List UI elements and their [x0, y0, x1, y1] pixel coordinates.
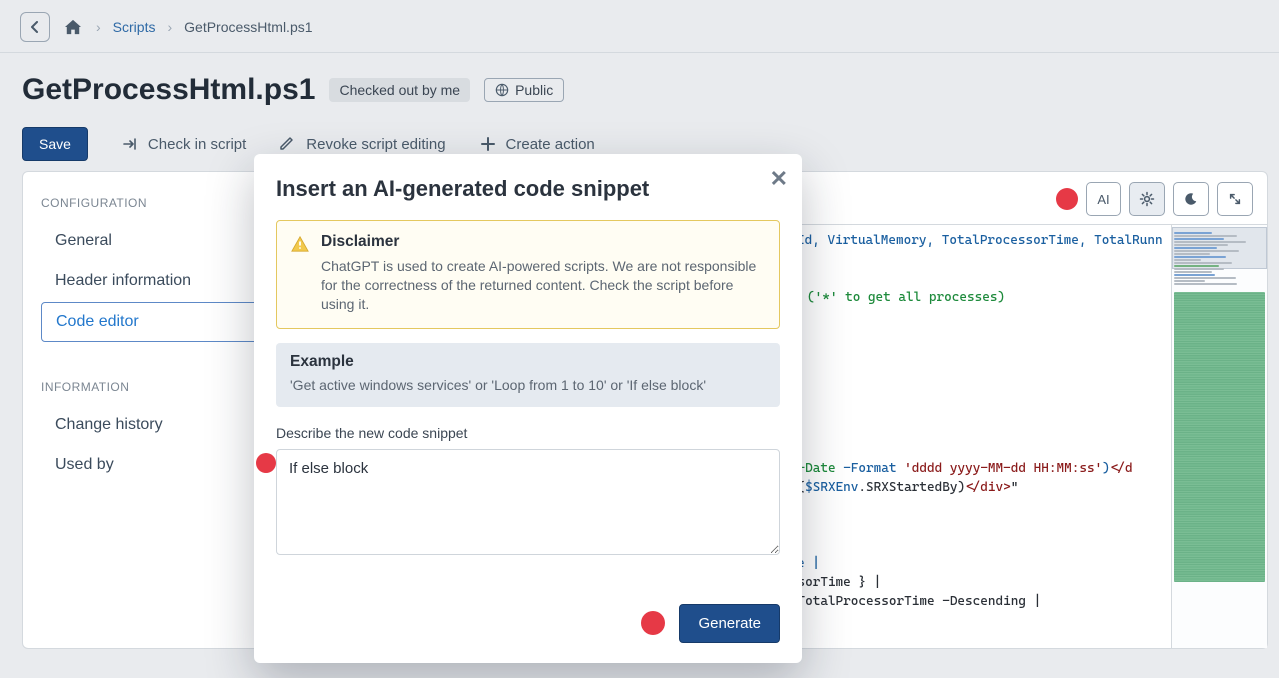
code-frag: ('*' to get all processes): [807, 290, 1005, 305]
attention-dot-generate: [641, 611, 665, 635]
ai-button[interactable]: AI: [1086, 182, 1120, 216]
dark-mode-button[interactable]: [1173, 182, 1209, 216]
minimap-contents: [1174, 231, 1265, 642]
snippet-field-label: Describe the new code snippet: [276, 425, 780, 441]
expand-icon: [1228, 192, 1242, 206]
example-callout: Example 'Get active windows services' or…: [276, 343, 780, 407]
disclaimer-title: Disclaimer: [321, 233, 765, 251]
visibility-badge[interactable]: Public: [484, 78, 564, 102]
example-title: Example: [290, 353, 766, 371]
page-title: GetProcessHtml.ps1: [22, 73, 315, 107]
pencil-icon: [280, 136, 296, 152]
globe-icon: [495, 83, 509, 97]
disclaimer-text: ChatGPT is used to create AI-powered scr…: [321, 257, 765, 314]
checkout-badge: Checked out by me: [329, 78, 470, 102]
modal-title: Insert an AI-generated code snippet: [276, 176, 780, 202]
modal-actions: Generate: [276, 604, 780, 643]
breadcrumb-scripts[interactable]: Scripts: [113, 19, 156, 35]
create-action-button[interactable]: Create action: [480, 136, 595, 153]
modal-close-button[interactable]: ✕: [770, 166, 788, 192]
home-icon[interactable]: [62, 19, 84, 35]
gear-icon: [1139, 191, 1155, 207]
breadcrumb-separator: ›: [167, 19, 172, 35]
moon-icon: [1184, 192, 1198, 206]
save-button[interactable]: Save: [22, 127, 88, 161]
disclaimer-callout: Disclaimer ChatGPT is used to create AI-…: [276, 220, 780, 329]
back-button[interactable]: [20, 12, 50, 42]
title-row: GetProcessHtml.ps1 Checked out by me Pub…: [0, 53, 1279, 111]
attention-dot-input: [256, 453, 276, 473]
breadcrumb-bar: › Scripts › GetProcessHtml.ps1: [0, 0, 1279, 53]
code-frag: Id, VirtualMemory, TotalProcessorTime, T…: [797, 233, 1163, 248]
ai-snippet-modal: ✕ Insert an AI-generated code snippet Di…: [254, 154, 802, 663]
visibility-label: Public: [515, 82, 553, 98]
expand-button[interactable]: [1217, 182, 1253, 216]
attention-dot-toolbar: [1056, 188, 1078, 210]
warning-icon: [291, 235, 309, 253]
snippet-input[interactable]: [276, 449, 780, 555]
checkin-icon: [122, 136, 138, 152]
settings-button[interactable]: [1129, 182, 1165, 216]
minimap[interactable]: [1171, 225, 1267, 648]
revoke-button[interactable]: Revoke script editing: [280, 136, 445, 153]
chevron-left-icon: [29, 21, 41, 33]
revoke-label: Revoke script editing: [306, 136, 445, 153]
check-in-label: Check in script: [148, 136, 246, 153]
example-text: 'Get active windows services' or 'Loop f…: [290, 377, 766, 393]
breadcrumb-current: GetProcessHtml.ps1: [184, 19, 312, 35]
generate-button[interactable]: Generate: [679, 604, 780, 643]
create-action-label: Create action: [506, 136, 595, 153]
breadcrumb-separator: ›: [96, 19, 101, 35]
check-in-button[interactable]: Check in script: [122, 136, 246, 153]
plus-icon: [480, 136, 496, 152]
code-frag: 64, TotalProcessorTime -Descending |: [767, 594, 1041, 609]
